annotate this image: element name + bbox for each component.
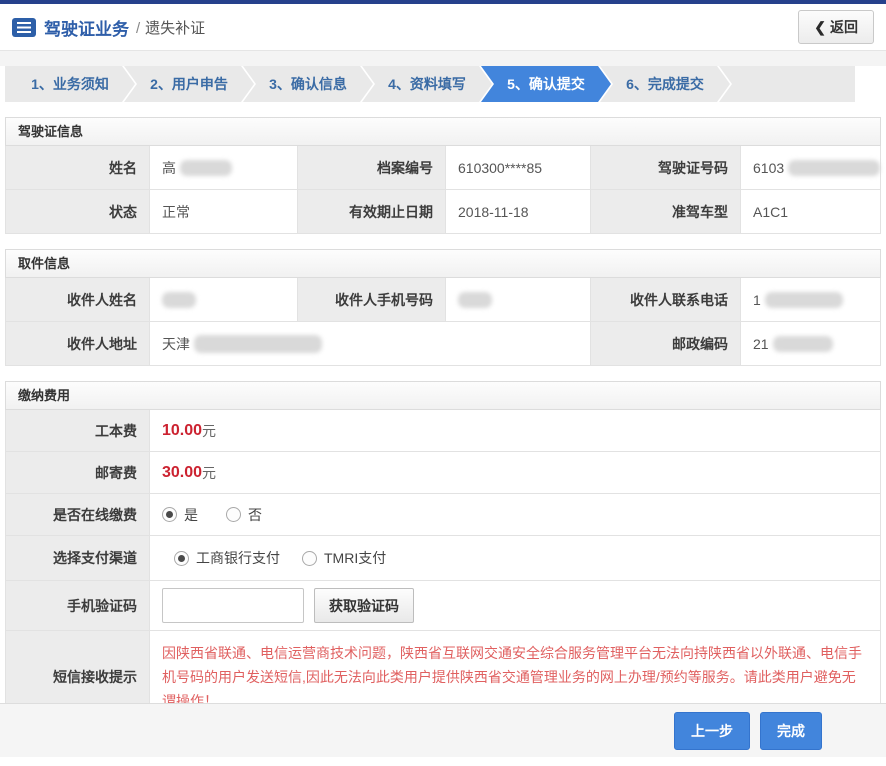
step-bar-filler bbox=[719, 66, 855, 102]
breadcrumb-current: 遗失补证 bbox=[145, 20, 205, 37]
step-tab-3[interactable]: 3、确认信息 bbox=[243, 66, 373, 102]
production-fee-amount: 10.00 bbox=[162, 422, 202, 440]
postage-fee-label: 邮寄费 bbox=[6, 452, 150, 494]
step-tab-1[interactable]: 1、业务须知 bbox=[5, 66, 135, 102]
postage-fee-value: 30.00元 bbox=[150, 452, 881, 494]
radio-online-pay-no[interactable]: 否 bbox=[226, 505, 262, 525]
redacted-blur bbox=[180, 160, 232, 176]
license-service-icon bbox=[12, 18, 36, 37]
name-value: 高 bbox=[150, 146, 298, 190]
pickup-info-title: 取件信息 bbox=[5, 249, 881, 278]
radio-unselected-icon bbox=[226, 507, 241, 522]
redacted-blur bbox=[765, 292, 843, 308]
recipient-address-label: 收件人地址 bbox=[6, 322, 150, 366]
breadcrumb-slash: / bbox=[136, 20, 140, 37]
step-tab-5-active[interactable]: 5、确认提交 bbox=[481, 66, 611, 102]
status-label: 状态 bbox=[6, 190, 150, 234]
recipient-phone-label: 收件人联系电话 bbox=[591, 278, 741, 322]
pickup-info-section: 取件信息 收件人姓名 收件人手机号码 收件人联系电话 1 收件人地址 天津 邮政… bbox=[5, 249, 881, 366]
online-pay-options: 是 否 bbox=[150, 494, 881, 536]
postcode-value: 21 bbox=[741, 322, 881, 366]
vehicle-class-value: A1C1 bbox=[741, 190, 881, 234]
payment-channel-label: 选择支付渠道 bbox=[6, 536, 150, 581]
chevron-left-icon: ❮ bbox=[814, 19, 826, 35]
recipient-mobile-label: 收件人手机号码 bbox=[298, 278, 446, 322]
license-info-section: 驾驶证信息 姓名 高 档案编号 610300****85 驾驶证号码 6103 … bbox=[5, 117, 881, 234]
postage-fee-amount: 30.00 bbox=[162, 464, 202, 482]
vehicle-class-label: 准驾车型 bbox=[591, 190, 741, 234]
step-progress-bar: 1、业务须知 2、用户申告 3、确认信息 4、资料填写 5、确认提交 6、完成提… bbox=[5, 66, 881, 102]
recipient-address-value: 天津 bbox=[150, 322, 591, 366]
header-gap bbox=[0, 51, 886, 66]
step-tab-2[interactable]: 2、用户申告 bbox=[124, 66, 254, 102]
postage-fee-unit: 元 bbox=[202, 463, 216, 483]
production-fee-value: 10.00元 bbox=[150, 410, 881, 452]
license-no-value: 6103 bbox=[741, 146, 881, 190]
sms-code-input[interactable] bbox=[162, 588, 304, 623]
page-header: 驾驶证业务 / 遗失补证 ❮返回 bbox=[0, 4, 886, 51]
redacted-blur bbox=[773, 336, 833, 352]
postcode-label: 邮政编码 bbox=[591, 322, 741, 366]
license-no-label: 驾驶证号码 bbox=[591, 146, 741, 190]
radio-channel-icbc[interactable]: 工商银行支付 bbox=[174, 548, 280, 568]
license-info-title: 驾驶证信息 bbox=[5, 117, 881, 146]
online-pay-label: 是否在线缴费 bbox=[6, 494, 150, 536]
recipient-phone-value: 1 bbox=[741, 278, 881, 322]
sms-code-label: 手机验证码 bbox=[6, 581, 150, 631]
step-tab-4[interactable]: 4、资料填写 bbox=[362, 66, 492, 102]
name-label: 姓名 bbox=[6, 146, 150, 190]
payment-channel-options: 工商银行支付 TMRI支付 bbox=[150, 536, 881, 581]
fees-title: 缴纳费用 bbox=[5, 381, 881, 410]
redacted-blur bbox=[788, 160, 880, 176]
redacted-blur bbox=[458, 292, 492, 308]
get-sms-code-button[interactable]: 获取验证码 bbox=[314, 588, 414, 623]
recipient-name-label: 收件人姓名 bbox=[6, 278, 150, 322]
radio-selected-icon bbox=[162, 507, 177, 522]
expiry-label: 有效期止日期 bbox=[298, 190, 446, 234]
expiry-value: 2018-11-18 bbox=[446, 190, 591, 234]
radio-selected-icon bbox=[174, 551, 189, 566]
radio-channel-tmri[interactable]: TMRI支付 bbox=[302, 548, 386, 568]
radio-online-pay-yes[interactable]: 是 bbox=[162, 505, 198, 525]
redacted-blur bbox=[194, 335, 322, 353]
previous-step-button[interactable]: 上一步 bbox=[674, 712, 750, 750]
recipient-mobile-value bbox=[446, 278, 591, 322]
redacted-blur bbox=[162, 292, 196, 308]
back-button[interactable]: ❮返回 bbox=[798, 10, 874, 44]
archive-no-value: 610300****85 bbox=[446, 146, 591, 190]
finish-button[interactable]: 完成 bbox=[760, 712, 822, 750]
production-fee-unit: 元 bbox=[202, 421, 216, 441]
sms-code-row: 获取验证码 bbox=[150, 581, 881, 631]
production-fee-label: 工本费 bbox=[6, 410, 150, 452]
radio-unselected-icon bbox=[302, 551, 317, 566]
footer-action-bar: 上一步 完成 bbox=[0, 703, 886, 757]
recipient-name-value bbox=[150, 278, 298, 322]
breadcrumb: / 遗失补证 bbox=[136, 17, 205, 38]
page-title: 驾驶证业务 bbox=[44, 15, 129, 40]
archive-no-label: 档案编号 bbox=[298, 146, 446, 190]
status-value: 正常 bbox=[150, 190, 298, 234]
fees-section: 缴纳费用 工本费 10.00元 邮寄费 30.00元 是否在线缴费 是 否 选择… bbox=[5, 381, 881, 724]
step-tab-6[interactable]: 6、完成提交 bbox=[600, 66, 730, 102]
